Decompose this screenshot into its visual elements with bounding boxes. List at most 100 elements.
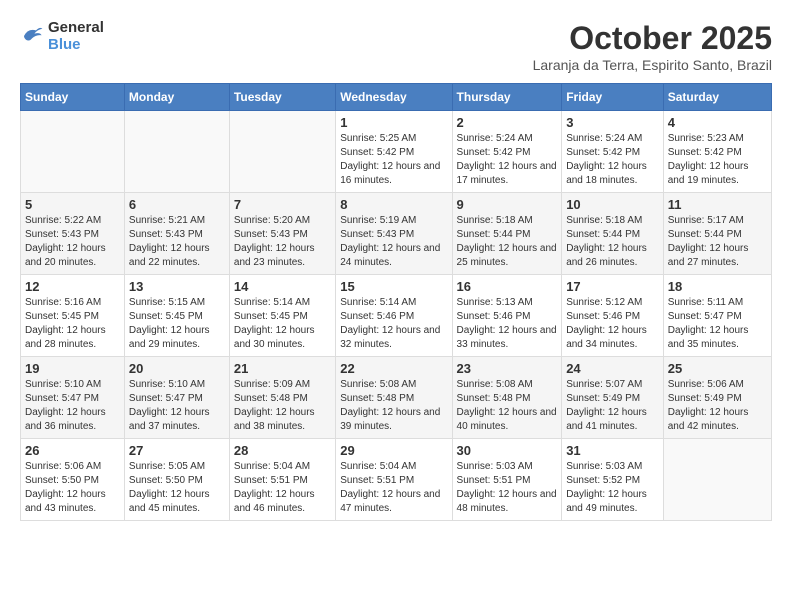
calendar-cell: 31 Sunrise: 5:03 AM Sunset: 5:52 PM Dayl… [562, 439, 664, 521]
calendar-cell: 6 Sunrise: 5:21 AM Sunset: 5:43 PM Dayli… [124, 193, 229, 275]
daylight: Daylight: 12 hours and 29 minutes. [129, 325, 210, 350]
day-number: 29 [340, 443, 447, 458]
daylight: Daylight: 12 hours and 30 minutes. [234, 325, 315, 350]
sunrise: Sunrise: 5:08 AM [457, 379, 533, 390]
daylight: Daylight: 12 hours and 18 minutes. [566, 161, 647, 186]
sunrise: Sunrise: 5:08 AM [340, 379, 416, 390]
weekday-header: Sunday [21, 84, 125, 111]
sunset: Sunset: 5:42 PM [340, 147, 414, 158]
sunrise: Sunrise: 5:19 AM [340, 215, 416, 226]
calendar-cell: 2 Sunrise: 5:24 AM Sunset: 5:42 PM Dayli… [452, 111, 562, 193]
sunrise: Sunrise: 5:03 AM [566, 461, 642, 472]
month-title: October 2025 [533, 20, 772, 57]
weekday-header: Saturday [663, 84, 771, 111]
day-number: 31 [566, 443, 659, 458]
day-info: Sunrise: 5:09 AM Sunset: 5:48 PM Dayligh… [234, 378, 331, 434]
calendar-cell: 21 Sunrise: 5:09 AM Sunset: 5:48 PM Dayl… [229, 357, 335, 439]
sunrise: Sunrise: 5:13 AM [457, 297, 533, 308]
day-number: 24 [566, 361, 659, 376]
day-number: 7 [234, 197, 331, 212]
sunset: Sunset: 5:43 PM [129, 229, 203, 240]
day-info: Sunrise: 5:21 AM Sunset: 5:43 PM Dayligh… [129, 214, 225, 270]
day-number: 25 [668, 361, 767, 376]
sunrise: Sunrise: 5:06 AM [25, 461, 101, 472]
sunset: Sunset: 5:43 PM [234, 229, 308, 240]
daylight: Daylight: 12 hours and 39 minutes. [340, 407, 440, 432]
calendar-cell [229, 111, 335, 193]
day-info: Sunrise: 5:06 AM Sunset: 5:50 PM Dayligh… [25, 460, 120, 516]
sunrise: Sunrise: 5:12 AM [566, 297, 642, 308]
sunrise: Sunrise: 5:18 AM [457, 215, 533, 226]
calendar-cell: 18 Sunrise: 5:11 AM Sunset: 5:47 PM Dayl… [663, 275, 771, 357]
calendar-body: 1 Sunrise: 5:25 AM Sunset: 5:42 PM Dayli… [21, 111, 772, 521]
day-info: Sunrise: 5:05 AM Sunset: 5:50 PM Dayligh… [129, 460, 225, 516]
sunrise: Sunrise: 5:15 AM [129, 297, 205, 308]
sunrise: Sunrise: 5:21 AM [129, 215, 205, 226]
day-number: 11 [668, 197, 767, 212]
day-number: 22 [340, 361, 447, 376]
day-info: Sunrise: 5:23 AM Sunset: 5:42 PM Dayligh… [668, 132, 767, 188]
sunset: Sunset: 5:43 PM [340, 229, 414, 240]
calendar-cell: 17 Sunrise: 5:12 AM Sunset: 5:46 PM Dayl… [562, 275, 664, 357]
sunset: Sunset: 5:42 PM [566, 147, 640, 158]
daylight: Daylight: 12 hours and 20 minutes. [25, 243, 106, 268]
sunset: Sunset: 5:51 PM [234, 475, 308, 486]
sunrise: Sunrise: 5:20 AM [234, 215, 310, 226]
daylight: Daylight: 12 hours and 43 minutes. [25, 489, 106, 514]
sunset: Sunset: 5:47 PM [25, 393, 99, 404]
weekday-header: Thursday [452, 84, 562, 111]
sunset: Sunset: 5:42 PM [457, 147, 531, 158]
sunrise: Sunrise: 5:04 AM [340, 461, 416, 472]
day-number: 5 [25, 197, 120, 212]
calendar-cell: 28 Sunrise: 5:04 AM Sunset: 5:51 PM Dayl… [229, 439, 335, 521]
location: Laranja da Terra, Espirito Santo, Brazil [533, 57, 772, 73]
sunset: Sunset: 5:45 PM [129, 311, 203, 322]
daylight: Daylight: 12 hours and 33 minutes. [457, 325, 557, 350]
day-number: 10 [566, 197, 659, 212]
day-number: 15 [340, 279, 447, 294]
day-info: Sunrise: 5:03 AM Sunset: 5:52 PM Dayligh… [566, 460, 659, 516]
sunset: Sunset: 5:44 PM [668, 229, 742, 240]
calendar-cell: 8 Sunrise: 5:19 AM Sunset: 5:43 PM Dayli… [336, 193, 452, 275]
day-info: Sunrise: 5:18 AM Sunset: 5:44 PM Dayligh… [457, 214, 558, 270]
day-info: Sunrise: 5:08 AM Sunset: 5:48 PM Dayligh… [340, 378, 447, 434]
daylight: Daylight: 12 hours and 48 minutes. [457, 489, 557, 514]
day-info: Sunrise: 5:20 AM Sunset: 5:43 PM Dayligh… [234, 214, 331, 270]
calendar-cell: 16 Sunrise: 5:13 AM Sunset: 5:46 PM Dayl… [452, 275, 562, 357]
sunset: Sunset: 5:46 PM [566, 311, 640, 322]
daylight: Daylight: 12 hours and 36 minutes. [25, 407, 106, 432]
calendar-week: 19 Sunrise: 5:10 AM Sunset: 5:47 PM Dayl… [21, 357, 772, 439]
day-info: Sunrise: 5:10 AM Sunset: 5:47 PM Dayligh… [129, 378, 225, 434]
sunrise: Sunrise: 5:05 AM [129, 461, 205, 472]
day-info: Sunrise: 5:12 AM Sunset: 5:46 PM Dayligh… [566, 296, 659, 352]
calendar-cell: 30 Sunrise: 5:03 AM Sunset: 5:51 PM Dayl… [452, 439, 562, 521]
calendar-cell: 14 Sunrise: 5:14 AM Sunset: 5:45 PM Dayl… [229, 275, 335, 357]
day-number: 26 [25, 443, 120, 458]
daylight: Daylight: 12 hours and 28 minutes. [25, 325, 106, 350]
calendar-cell: 25 Sunrise: 5:06 AM Sunset: 5:49 PM Dayl… [663, 357, 771, 439]
logo-blue: Blue [48, 37, 104, 54]
sunrise: Sunrise: 5:25 AM [340, 133, 416, 144]
calendar-week: 5 Sunrise: 5:22 AM Sunset: 5:43 PM Dayli… [21, 193, 772, 275]
day-info: Sunrise: 5:16 AM Sunset: 5:45 PM Dayligh… [25, 296, 120, 352]
day-info: Sunrise: 5:08 AM Sunset: 5:48 PM Dayligh… [457, 378, 558, 434]
day-info: Sunrise: 5:11 AM Sunset: 5:47 PM Dayligh… [668, 296, 767, 352]
logo-icon [20, 24, 44, 49]
calendar-cell [124, 111, 229, 193]
page-header: General Blue October 2025 Laranja da Ter… [20, 20, 772, 73]
daylight: Daylight: 12 hours and 35 minutes. [668, 325, 749, 350]
day-info: Sunrise: 5:22 AM Sunset: 5:43 PM Dayligh… [25, 214, 120, 270]
daylight: Daylight: 12 hours and 41 minutes. [566, 407, 647, 432]
day-number: 18 [668, 279, 767, 294]
daylight: Daylight: 12 hours and 26 minutes. [566, 243, 647, 268]
day-number: 9 [457, 197, 558, 212]
daylight: Daylight: 12 hours and 22 minutes. [129, 243, 210, 268]
calendar-cell: 10 Sunrise: 5:18 AM Sunset: 5:44 PM Dayl… [562, 193, 664, 275]
sunset: Sunset: 5:50 PM [25, 475, 99, 486]
day-info: Sunrise: 5:17 AM Sunset: 5:44 PM Dayligh… [668, 214, 767, 270]
calendar-cell: 12 Sunrise: 5:16 AM Sunset: 5:45 PM Dayl… [21, 275, 125, 357]
day-number: 20 [129, 361, 225, 376]
sunrise: Sunrise: 5:11 AM [668, 297, 743, 308]
calendar-cell: 24 Sunrise: 5:07 AM Sunset: 5:49 PM Dayl… [562, 357, 664, 439]
day-info: Sunrise: 5:06 AM Sunset: 5:49 PM Dayligh… [668, 378, 767, 434]
